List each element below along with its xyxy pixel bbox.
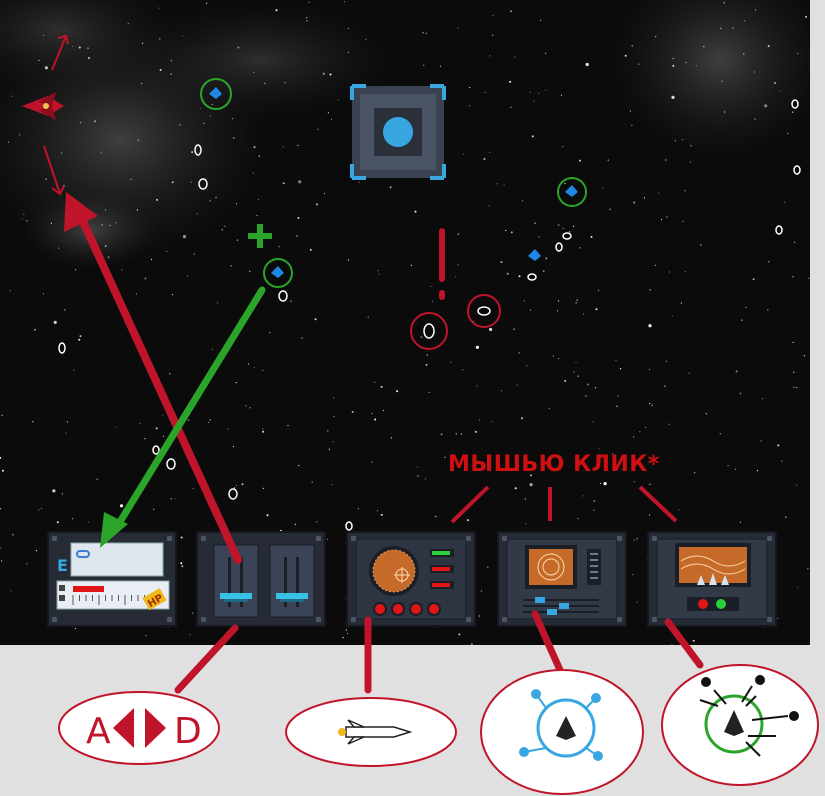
panel-bolt [316, 617, 321, 622]
shield-scanner-panel[interactable] [497, 531, 627, 627]
panel-bolt [52, 617, 57, 622]
energy-label: E [57, 556, 68, 575]
thrust-levers [198, 533, 324, 625]
panel-bolt [201, 536, 206, 541]
light-red-2 [432, 583, 450, 587]
panel-bolt [316, 536, 321, 541]
panel-bolt [617, 617, 622, 622]
left-arrow-icon [113, 708, 134, 748]
panel-bolt [466, 536, 471, 541]
multi-target-ship-icon [724, 710, 744, 736]
radar-weapons-panel[interactable] [346, 531, 476, 627]
light-green [432, 551, 450, 555]
fire-missile-hint [285, 697, 457, 767]
panel-bolt [767, 536, 772, 541]
panel-bolt [466, 617, 471, 622]
steer-keys-hint: A D [58, 691, 220, 765]
radar-weapons [348, 533, 474, 625]
mouse-click-caption: МЫШЬЮ КЛИК* [448, 452, 660, 477]
right-arrow-icon [145, 708, 166, 748]
panel-bolt [351, 536, 356, 541]
thrust-levers-panel[interactable] [196, 531, 326, 627]
panel-bolt [502, 536, 507, 541]
panel-bolt [502, 617, 507, 622]
panel-bolt [201, 617, 206, 622]
panel-bolt [617, 536, 622, 541]
scatter-scanner-panel[interactable] [647, 531, 777, 627]
missile-icon [338, 719, 413, 745]
shield-hint [480, 669, 644, 795]
panel-bolt [652, 536, 657, 541]
energy-hp-gauge: E HP [49, 533, 175, 625]
panel-bolt [652, 617, 657, 622]
shield-ship-icon [556, 716, 576, 740]
panel-bolt [767, 617, 772, 622]
panel-bolt [167, 617, 172, 622]
hp-fill [73, 586, 104, 592]
shield-scanner [499, 533, 625, 625]
panel-bolt [52, 536, 57, 541]
scatter-hint [661, 664, 819, 786]
light-red-1 [432, 567, 450, 571]
left-key-label: A [86, 711, 111, 752]
energy-hp-panel[interactable]: E HP [47, 531, 177, 627]
panel-bolt [351, 617, 356, 622]
scatter-scanner [649, 533, 775, 625]
panel-bolt [167, 536, 172, 541]
right-key-label: D [174, 711, 202, 752]
